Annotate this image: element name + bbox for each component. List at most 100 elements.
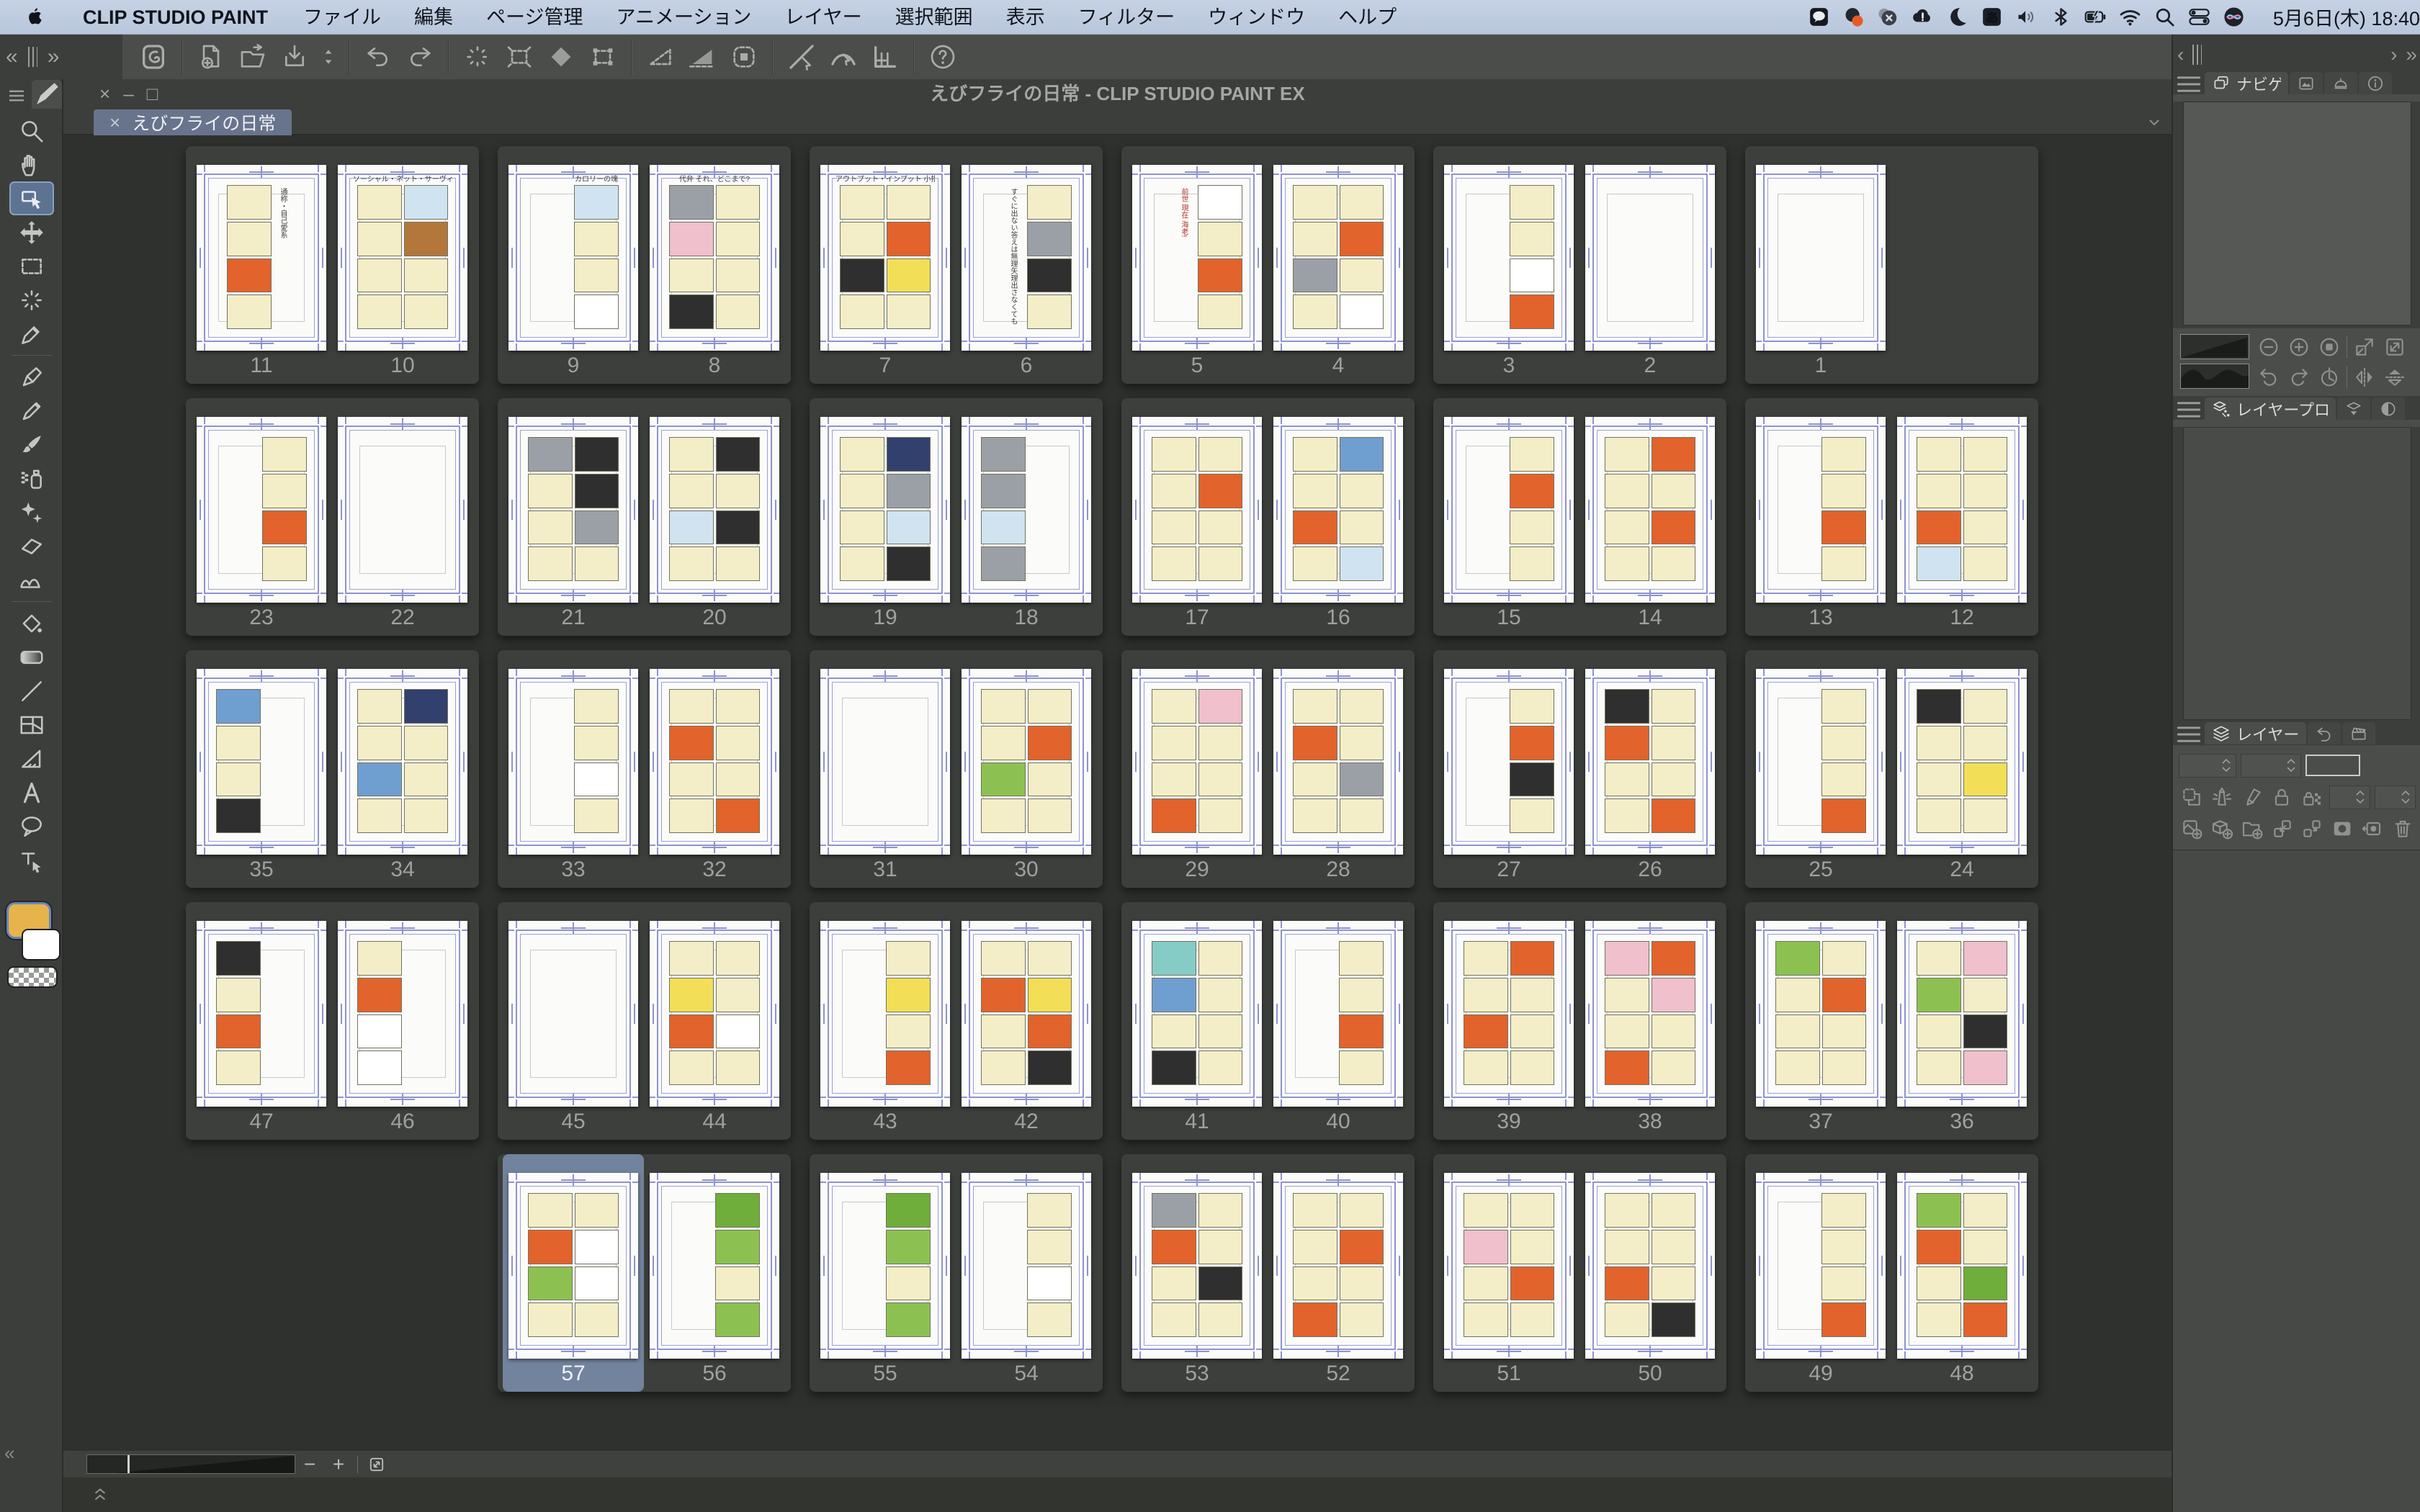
zoomin-button[interactable] [2284,334,2314,360]
page-thumbnail-13[interactable] [1756,417,1886,603]
snapgrid-button[interactable] [868,40,902,74]
cloud-x-icon[interactable] [1874,3,1903,32]
palette-color-select[interactable] [2375,786,2416,809]
snapcurve-button[interactable] [826,40,861,74]
page-thumbnail-54[interactable] [962,1173,1091,1359]
new-button[interactable] [194,40,228,74]
page-thumbnail-18[interactable] [962,417,1091,603]
gradient-tool[interactable] [9,640,54,674]
navigator-tab[interactable]: ナビゲーター [2205,72,2288,94]
page-slot-18[interactable]: 18 [956,398,1097,636]
page-slot-28[interactable]: 28 [1268,650,1409,888]
page-thumbnail-26[interactable] [1585,669,1715,855]
page-thumbnail-8[interactable]: 代弁 それ、どこまで? [650,165,779,351]
undo-button[interactable] [361,40,395,74]
blend-tool[interactable] [9,563,54,597]
draft-button[interactable] [2239,783,2265,811]
page-slot-27[interactable]: 27 [1438,650,1579,888]
menu-item-5[interactable]: 選択範囲 [879,0,990,35]
page-slot-42[interactable]: 42 [956,902,1097,1140]
page-slot-20[interactable]: 20 [644,398,785,636]
page-thumbnail-14[interactable] [1585,417,1715,603]
page-slot-37[interactable]: 37 [1750,902,1891,1140]
page-slot-46[interactable]: 46 [332,902,473,1140]
page-thumbnail-15[interactable] [1444,417,1574,603]
page-thumbnail-52[interactable] [1273,1173,1403,1359]
page-thumbnail-40[interactable] [1273,921,1403,1107]
page-thumbnail-20[interactable] [650,417,779,603]
menu-item-7[interactable]: フィルター [1062,0,1191,35]
page-slot-23[interactable]: 23 [191,398,332,636]
balloon-tool[interactable] [9,809,54,843]
page-thumbnail-24[interactable] [1897,669,2027,855]
page-thumbnail-56[interactable] [650,1173,779,1359]
blend-mode-select[interactable] [2179,754,2236,778]
lock-button[interactable] [2269,783,2295,811]
page-thumbnail-17[interactable] [1132,417,1262,603]
page-slot-13[interactable]: 13 [1750,398,1891,636]
page-slot-14[interactable]: 14 [1579,398,1721,636]
deselect-button[interactable] [460,40,495,74]
fliph-button[interactable] [2349,364,2380,390]
layer-property-tab[interactable]: レイヤープロパティ [2205,397,2336,420]
page-slot-24[interactable]: 24 [1891,650,2033,888]
trash-button[interactable] [2390,815,2416,842]
menu-item-6[interactable]: 表示 [990,0,1062,35]
line-icon[interactable] [1805,3,1834,32]
opacity-slider[interactable] [2305,755,2360,776]
menu-bar-clock[interactable]: 5月6日(木) 18:40 [2273,3,2420,31]
page-slot-52[interactable]: 52 [1268,1154,1409,1392]
page-thumbnail-38[interactable] [1585,921,1715,1107]
deco-tool[interactable] [9,495,54,529]
page-thumbnail-5[interactable]: 前世 現在 海老! [1132,165,1262,351]
wand-tool[interactable] [9,283,54,317]
page-thumbnail-29[interactable] [1132,669,1262,855]
open-button[interactable] [236,40,270,74]
menu-item-2[interactable]: ページ管理 [470,0,599,35]
quickdome-tab[interactable] [2324,72,2357,94]
bluetooth-icon[interactable] [2047,3,2076,32]
fit-to-window-button[interactable] [362,1454,391,1475]
page-slot-36[interactable]: 36 [1891,902,2033,1140]
ruler-tool[interactable] [9,742,54,775]
page-thumbnail-19[interactable] [820,417,950,603]
move-tool[interactable] [9,215,54,249]
page-thumbnail-3[interactable] [1444,165,1574,351]
linefix-tool[interactable] [9,843,54,877]
save-button[interactable] [277,40,312,74]
expand-all-icon[interactable]: » [2401,43,2420,66]
layer-property-panel-menu-icon[interactable] [2173,400,2205,420]
airbrush-tool[interactable] [9,462,54,495]
expand-icon[interactable]: › [2386,43,2401,66]
tool-palette-menu-icon[interactable] [6,85,27,104]
page-slot-48[interactable]: 48 [1891,1154,2033,1392]
collapse-left-icon[interactable]: « [0,46,24,68]
zoom-out-button[interactable]: − [295,1454,324,1475]
page-manager-canvas[interactable]: 通称・自己愛系11ソーシャル・ネット・サーヴィス10カロリーの塊9代弁 それ、ど… [63,135,2172,1451]
page-thumbnail-30[interactable] [962,669,1091,855]
page-slot-17[interactable]: 17 [1126,398,1268,636]
layer-list[interactable] [2173,850,2420,1512]
tone-tab[interactable] [2372,397,2405,420]
page-thumbnail-34[interactable] [338,669,467,855]
page-slot-29[interactable]: 29 [1126,650,1268,888]
tab-close-icon[interactable]: × [109,112,120,134]
updown-button[interactable] [319,40,338,74]
page-slot-47[interactable]: 47 [191,902,332,1140]
eraser-tool[interactable] [9,529,54,563]
page-thumbnail-4[interactable] [1273,165,1403,351]
page-slot-49[interactable]: 49 [1750,1154,1891,1392]
palette-collapse-icon[interactable]: « [4,1442,14,1464]
operation-tool[interactable] [9,181,54,215]
page-slot-1[interactable]: 1 [1750,146,1891,384]
text-tool[interactable] [9,775,54,809]
zoom-tool[interactable] [9,114,54,148]
sync-alert-icon[interactable] [1839,3,1868,32]
control-center-icon[interactable] [2185,3,2214,32]
logo-button[interactable] [136,40,171,74]
clearout-button[interactable] [685,40,720,74]
page-slot-30[interactable]: 30 [956,650,1097,888]
page-thumbnail-55[interactable] [820,1173,950,1359]
navigator-preview[interactable] [2183,102,2411,325]
page-slot-12[interactable]: 12 [1891,398,2033,636]
